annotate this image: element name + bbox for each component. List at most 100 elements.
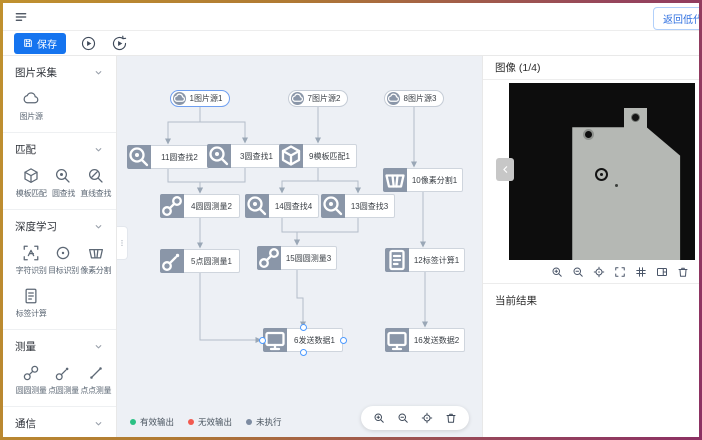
canvas-node[interactable]: 7图片源2	[288, 90, 348, 107]
save-button-label: 保存	[37, 36, 57, 51]
tool-item-measure-pc[interactable]: 点圆测量	[47, 364, 79, 396]
canvas-node[interactable]: 6发送数据1	[263, 328, 343, 352]
sidebar-section-header[interactable]: 测量	[15, 339, 112, 354]
canvas-node[interactable]: 10像素分割1	[383, 168, 463, 192]
image-compare-button[interactable]	[656, 266, 668, 278]
legend-item: 有效输出	[130, 416, 174, 428]
tool-item-cloud[interactable]: 图片源	[15, 90, 47, 122]
sidebar-section-header[interactable]: 图片采集	[15, 65, 112, 80]
image-zoom-out-button[interactable]	[572, 266, 584, 278]
canvas-node[interactable]: 9模板匹配1	[279, 144, 357, 168]
tool-item-segment[interactable]: 像素分割	[80, 244, 112, 276]
status-legend: 有效输出无效输出未执行	[130, 416, 282, 428]
image-locate-button[interactable]	[593, 266, 605, 278]
circle-find-icon	[207, 144, 231, 168]
tool-item-label: 图片源	[20, 111, 43, 122]
chevron-down-icon	[93, 418, 104, 429]
canvas-zoom-in-button[interactable]	[373, 412, 385, 424]
cube-icon	[22, 167, 40, 185]
save-icon	[23, 38, 33, 48]
node-connection-handle[interactable]	[300, 349, 307, 356]
canvas-trash-button[interactable]	[445, 412, 457, 424]
tool-item-label: 圆圆测量	[16, 385, 47, 396]
menu-icon[interactable]	[14, 10, 28, 24]
circle-find-icon	[321, 194, 345, 218]
tool-item-doc-calc[interactable]: 标签计算	[15, 287, 47, 319]
send-icon	[385, 328, 409, 352]
save-button[interactable]: 保存	[14, 33, 66, 54]
flow-edge	[282, 168, 318, 192]
part-small-dot	[615, 184, 618, 187]
canvas-node[interactable]: 16发送数据2	[385, 328, 465, 352]
part-tab-feature	[624, 108, 646, 128]
chevron-left-icon	[500, 164, 511, 175]
node-label: 1图片源1	[186, 93, 227, 104]
circle-find-icon	[127, 145, 151, 169]
sidebar-collapse-handle[interactable]	[117, 226, 128, 260]
sidebar-section-header[interactable]: 深度学习	[15, 219, 112, 234]
image-grid-button[interactable]	[635, 266, 647, 278]
canvas-node[interactable]: 12标签计算1	[385, 248, 465, 272]
tool-item-circle-find[interactable]: 圆查找	[47, 167, 79, 199]
sidebar-section-header[interactable]: 通信	[15, 416, 112, 431]
canvas-node[interactable]: 14圆查找4	[245, 194, 319, 218]
node-label: 3圆查找1	[231, 144, 283, 168]
locate-icon	[593, 266, 605, 278]
measure-cc-icon	[257, 246, 281, 270]
tool-item-cube[interactable]: 模板匹配	[15, 167, 47, 199]
chevron-down-icon	[93, 221, 104, 232]
run-once-button[interactable]	[111, 35, 128, 52]
sidebar-section-header[interactable]: 匹配	[15, 142, 112, 157]
node-connection-handle[interactable]	[340, 337, 347, 344]
image-preview[interactable]	[509, 83, 695, 260]
cloud-icon	[291, 92, 304, 105]
segment-icon	[383, 168, 407, 192]
segment-icon	[87, 244, 105, 262]
node-label: 11圆查找2	[151, 145, 209, 169]
canvas-node[interactable]: 13圆查找3	[321, 194, 395, 218]
node-connection-handle[interactable]	[259, 337, 266, 344]
tool-item-line-find[interactable]: 直线查找	[80, 167, 112, 199]
canvas-node[interactable]: 3圆查找1	[207, 144, 283, 168]
flow-edge	[168, 169, 200, 192]
tool-item-label: 目标识别	[48, 265, 79, 276]
image-fullscreen-button[interactable]	[614, 266, 626, 278]
screenshot-frame: 返回低代 保存 图片采集图片源匹配模板匹配圆查找直线查找深度学习字符识别目标识别…	[0, 0, 702, 440]
doc-calc-icon	[385, 248, 409, 272]
canvas-node[interactable]: 15圆圆测量3	[257, 246, 337, 270]
target-icon	[54, 244, 72, 262]
chevron-down-icon	[93, 221, 104, 232]
doc-calc-icon	[385, 248, 409, 272]
zoom-out-icon	[397, 412, 409, 424]
node-label: 7图片源2	[304, 93, 345, 104]
tool-item-measure-cc[interactable]: 圆圆测量	[15, 364, 47, 396]
image-zoom-in-button[interactable]	[551, 266, 563, 278]
chevron-down-icon	[93, 341, 104, 352]
canvas-node[interactable]: 11圆查找2	[127, 145, 209, 169]
run-button[interactable]	[80, 35, 97, 52]
sidebar-tools-grid: 字符识别目标识别像素分割标签计算	[15, 244, 112, 319]
previous-image-button[interactable]	[496, 158, 514, 181]
canvas-node[interactable]: 5点圆测量1	[160, 249, 240, 273]
measure-pp-icon	[87, 364, 105, 382]
canvas-zoom-out-button[interactable]	[397, 412, 409, 424]
canvas-locate-button[interactable]	[421, 412, 433, 424]
tool-item-target[interactable]: 目标识别	[47, 244, 79, 276]
tool-item-ocr[interactable]: 字符识别	[15, 244, 47, 276]
cloud-icon	[387, 92, 400, 105]
canvas-node[interactable]: 1图片源1	[170, 90, 230, 107]
canvas-node[interactable]: 8图片源3	[384, 90, 444, 107]
sidebar-section: 匹配模板匹配圆查找直线查找	[3, 133, 116, 210]
tool-item-measure-pp[interactable]: 点点测量	[80, 364, 112, 396]
chevron-down-icon	[93, 67, 104, 78]
legend-item: 无效输出	[188, 416, 232, 428]
canvas-node[interactable]: 4圆圆测量2	[160, 194, 240, 218]
node-connection-handle[interactable]	[300, 324, 307, 331]
back-to-lowcode-button[interactable]: 返回低代	[653, 7, 699, 30]
flow-edge	[200, 107, 245, 142]
flow-canvas[interactable]: 1图片源1 7图片源2 8图片源3 11圆查找2 3圆查找19模板匹配1 10像素分割1 4…	[117, 56, 482, 437]
main-area: 图片采集图片源匹配模板匹配圆查找直线查找深度学习字符识别目标识别像素分割标签计算…	[3, 56, 699, 437]
node-label: 12标签计算1	[409, 248, 465, 272]
cube-icon	[22, 167, 40, 185]
image-trash-button[interactable]	[677, 266, 689, 278]
